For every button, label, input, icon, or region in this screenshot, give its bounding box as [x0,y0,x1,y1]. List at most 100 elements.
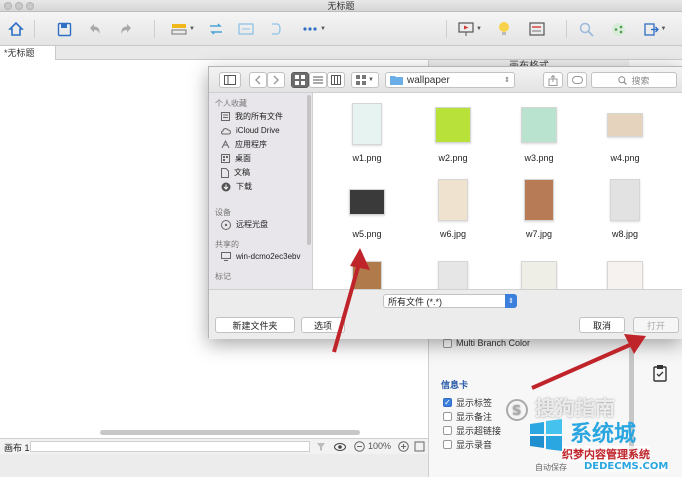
show-audio-checkbox[interactable]: 显示录音 [443,438,492,451]
outline-icon [529,22,545,36]
outline-button[interactable] [526,19,548,39]
autosave-label: 自动保存 [535,463,567,472]
show-hyperlinks-checkbox[interactable]: 显示超链接 [443,424,501,437]
sidebar-item-applications[interactable]: 应用程序 [221,139,267,150]
sidebar-toggle-button[interactable] [219,72,241,88]
checkbox-icon [443,338,452,348]
file-item[interactable] [413,257,493,289]
close-window-button[interactable] [4,2,12,10]
location-popup[interactable]: wallpaper ⇕ [385,72,515,88]
sidebar-item-icloud-drive[interactable]: iCloud Drive [221,125,280,136]
share-icon [611,22,625,36]
sidebar-item-all-files[interactable]: 我的所有文件 [221,111,283,122]
zoom-level: 100% [368,441,392,451]
file-name: w5.png [352,229,382,239]
zoom-window-button[interactable] [26,2,34,10]
more-button[interactable]: ▼ [302,19,326,39]
file-item[interactable]: w1.png [327,101,407,181]
arrange-button[interactable]: ▼ [351,72,379,88]
file-item[interactable]: w2.png [413,101,493,181]
sidebar-item-label: 我的所有文件 [235,112,283,121]
summary-icon [272,23,281,35]
status-bar: 画布 1 100% [0,438,428,454]
search-button[interactable] [576,19,596,39]
redo-button[interactable] [116,19,136,39]
sogou-logo-icon: S [506,398,528,421]
chevron-down-icon: ▼ [476,26,482,32]
file-thumbnail [435,107,471,143]
sidebar-item-desktop[interactable]: 桌面 [221,153,251,164]
file-item[interactable]: w3.png [499,101,579,181]
topic-icon [171,24,187,35]
download-icon [221,182,231,191]
sidebar-item-documents[interactable]: 文稿 [221,167,250,178]
forward-button[interactable] [267,72,285,88]
fit-screen-icon[interactable] [414,441,425,452]
multi-branch-color-checkbox[interactable]: Multi Branch Color [443,338,530,348]
open-file-dialog: ▼ wallpaper ⇕ 搜索 个人收藏 我的所有文件 iCloud Driv… [208,66,682,339]
share-file-button[interactable] [543,72,563,88]
chevron-right-icon [273,75,279,85]
checkbox-icon [443,426,452,435]
file-item[interactable] [499,257,579,289]
sidebar-scrollbar[interactable] [307,95,311,245]
undo-button[interactable] [84,19,104,39]
relationship-button[interactable] [206,19,226,39]
undo-icon [89,23,100,34]
file-thumbnail [521,261,557,289]
share-button[interactable] [608,19,628,39]
sidebar-item-shared-pc[interactable]: win-dcmo2ec3ebv [221,251,300,262]
icon-view-button[interactable] [291,72,309,88]
sidebar-item-downloads[interactable]: 下载 [221,181,252,192]
filter-icon[interactable] [316,442,326,452]
canvas-horizontal-scrollbar[interactable] [100,430,360,435]
back-button[interactable] [249,72,267,88]
applications-icon [221,140,230,149]
file-item[interactable]: w7.jpg [499,179,579,259]
sheet-bar[interactable] [30,441,310,452]
computer-icon [221,252,231,261]
file-thumbnail [352,103,382,145]
sheet-label[interactable]: 画布 1 [4,441,30,454]
show-labels-checkbox[interactable]: ✓ 显示标签 [443,396,492,409]
chevron-down-icon: ▼ [660,26,667,32]
export-icon [643,22,659,36]
tags-button[interactable] [567,72,587,88]
dialog-sidebar: 个人收藏 我的所有文件 iCloud Drive 应用程序 桌面 文稿 下载 设… [209,93,313,289]
eye-icon[interactable] [334,441,346,453]
file-type-value: 所有文件 (*.*) [388,296,443,307]
file-item[interactable]: w6.jpg [413,179,493,259]
new-folder-button[interactable]: 新建文件夹 [215,317,295,333]
sogou-watermark: S 搜狗指南 [506,392,615,421]
boundary-button[interactable] [236,19,256,39]
zoom-out-icon[interactable] [354,441,365,452]
zoom-in-icon[interactable] [398,441,409,452]
file-type-select[interactable]: 所有文件 (*.*) ⇕ [383,294,517,308]
file-item[interactable]: w4.png [585,101,665,181]
show-notes-checkbox[interactable]: 显示备注 [443,410,492,423]
sidebar-item-remote-disc[interactable]: 远程光盘 [221,219,268,230]
sidebar-item-label: 远程光盘 [236,220,268,229]
summary-button[interactable] [266,19,286,39]
search-field[interactable]: 搜索 [591,72,677,88]
location-name: wallpaper [407,74,450,86]
column-view-button[interactable] [327,72,345,88]
export-button[interactable]: ▼ [640,19,670,39]
brainstorm-button[interactable] [494,19,514,39]
file-thumbnail [524,179,554,221]
save-button[interactable] [54,19,74,39]
insert-topic-button[interactable]: ▼ [168,19,198,39]
document-tab-bar: *无标题 [0,46,682,60]
home-button[interactable] [6,19,26,39]
file-item[interactable]: w8.jpg [585,179,665,259]
list-icon [313,76,323,84]
presentation-button[interactable]: ▼ [456,19,484,39]
file-item[interactable] [585,257,665,289]
tags-heading: 标记 [215,272,231,281]
minimize-window-button[interactable] [15,2,23,10]
tab-untitled[interactable]: *无标题 [0,46,56,60]
presentation-icon [458,21,474,36]
list-view-button[interactable] [309,72,327,88]
file-thumbnail [607,261,643,289]
main-toolbar: ▼ ▼ ▼ ▼ [0,12,682,46]
